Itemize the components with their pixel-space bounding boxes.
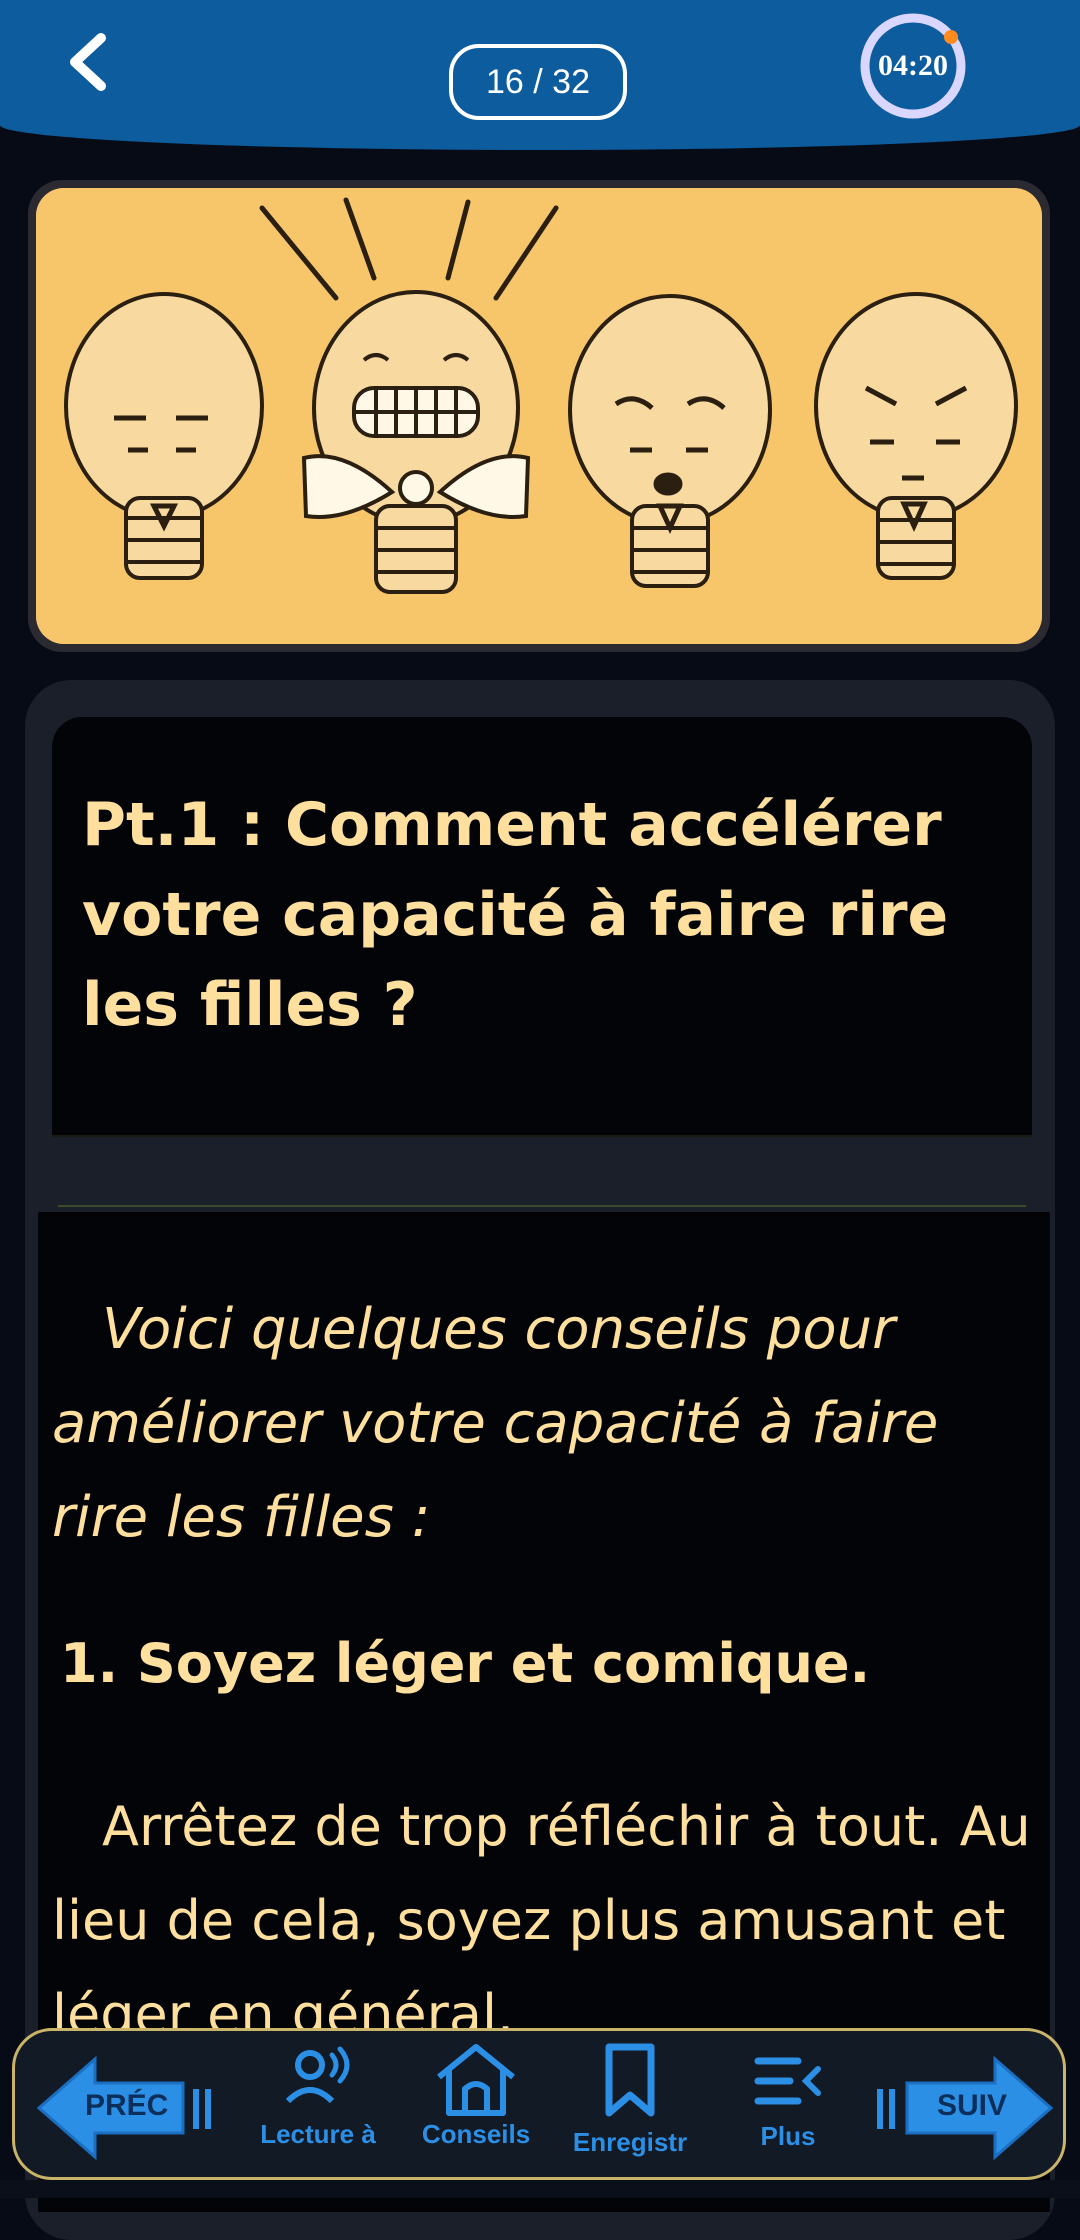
- menu-more-icon: [754, 2057, 821, 2105]
- section-title: Pt.1 : Comment accélérer votre capacité …: [82, 790, 949, 1040]
- prev-label: PRÉC: [85, 2089, 169, 2122]
- nav-read-aloud[interactable]: Lecture à: [233, 2031, 403, 2181]
- lightbulbs-illustration: [28, 180, 1050, 652]
- nav-tips[interactable]: Conseils: [391, 2031, 561, 2181]
- next-label: SUIV: [937, 2089, 1008, 2122]
- bottom-navigation: PRÉC Lecture à Conseils Enregistr Plus S…: [12, 2028, 1066, 2180]
- bottom-edge: [0, 2180, 1080, 2198]
- timer-text: 04:20: [878, 49, 948, 82]
- tip-paragraph: Arrêtez de trop réfléchir à tout. Au lie…: [52, 1795, 1031, 2046]
- nav-tips-label: Conseils: [421, 2119, 531, 2149]
- tip-heading: 1. Soyez léger et comique.: [60, 1632, 871, 1695]
- home-icon: [437, 2044, 515, 2116]
- bookmark-icon: [605, 2043, 655, 2117]
- back-button[interactable]: [48, 22, 128, 102]
- nav-more[interactable]: Plus: [703, 2031, 873, 2181]
- divider: [58, 1205, 1026, 1207]
- next-button[interactable]: SUIV: [867, 2053, 1057, 2163]
- intro-text: Voici quelques conseils pour améliorer v…: [52, 1297, 939, 1550]
- nav-save-label: Enregistr: [572, 2127, 688, 2157]
- lightbulb-characters-image: [36, 188, 1042, 644]
- chevron-left-icon: [70, 33, 106, 91]
- person-voice-icon: [285, 2046, 350, 2104]
- timer: 04:20: [857, 10, 969, 122]
- nav-save[interactable]: Enregistr: [545, 2031, 715, 2181]
- top-bar: 16 / 32 04:20: [0, 0, 1080, 150]
- page-counter: 16 / 32: [449, 44, 627, 120]
- prev-button[interactable]: PRÉC: [33, 2053, 223, 2163]
- nav-read-aloud-label: Lecture à: [260, 2119, 376, 2149]
- nav-more-label: Plus: [760, 2121, 816, 2151]
